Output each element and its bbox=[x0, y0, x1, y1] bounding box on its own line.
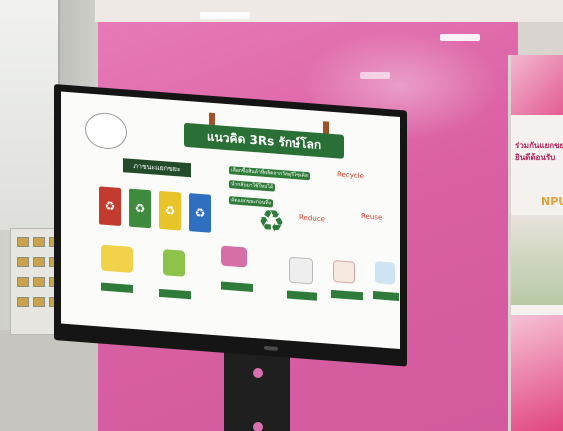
envelope-icon bbox=[333, 259, 355, 284]
bin-blue: ♻ bbox=[189, 193, 211, 233]
caption-bar bbox=[287, 290, 317, 301]
reduce-label: Reduce bbox=[299, 213, 325, 224]
bag-icon bbox=[163, 249, 185, 277]
wall-poster: ร่วมกันแยกขยะ ยินดีต้อนรับ NPU bbox=[508, 55, 563, 431]
ceiling bbox=[95, 0, 563, 22]
bin-green: ♻ bbox=[129, 188, 151, 229]
tip-tag-1: เลือกซื้อสินค้าที่ผลิตจากวัสดุรีไซเคิล bbox=[229, 166, 310, 181]
ceiling-light bbox=[200, 12, 250, 19]
ceiling-light bbox=[360, 72, 390, 79]
recycle-icon: ♻ bbox=[258, 203, 285, 241]
recycle-icon: ♻ bbox=[164, 203, 176, 219]
photo-scene: ร่วมกันแยกขยะ ยินดีต้อนรับ NPU แนวคิด 3R… bbox=[0, 0, 563, 431]
display-screen: แนวคิด 3Rs รักษ์โลก ภาชนะแยกขยะ ♻ ♻ ♻ ♻ … bbox=[61, 91, 400, 350]
recycle-icon: ♻ bbox=[194, 205, 206, 221]
university-logo bbox=[85, 111, 127, 151]
stand-hole bbox=[253, 368, 263, 378]
tray-icon bbox=[221, 245, 247, 268]
poster-line-2: ยินดีต้อนรับ bbox=[515, 153, 556, 162]
signage-title: แนวคิด 3Rs รักษ์โลก bbox=[184, 122, 344, 159]
recycle-icon: ♻ bbox=[134, 201, 146, 216]
caption-bar bbox=[221, 281, 253, 292]
bin-yellow: ♻ bbox=[159, 190, 181, 231]
caption-bar bbox=[101, 282, 133, 293]
recycle-icon: ♻ bbox=[104, 198, 116, 214]
brand-logo bbox=[264, 345, 278, 351]
window bbox=[0, 0, 60, 230]
reuse-label: Reuse bbox=[361, 212, 383, 222]
stand-hole bbox=[253, 422, 263, 431]
caption-bar bbox=[159, 288, 191, 300]
display-monitor: แนวคิด 3Rs รักษ์โลก ภาชนะแยกขยะ ♻ ♻ ♻ ♻ … bbox=[54, 84, 407, 367]
recycle-label: Recycle bbox=[337, 170, 364, 181]
bin-red: ♻ bbox=[99, 186, 121, 227]
ceiling-light bbox=[440, 34, 480, 41]
lunchbox-icon bbox=[101, 244, 133, 273]
stack-icon bbox=[375, 261, 395, 285]
tip-tag-2: นำกลับมาใช้ใหม่ได้ bbox=[229, 180, 276, 192]
poster-brand: NPU bbox=[541, 195, 563, 208]
caption-bar bbox=[373, 290, 399, 301]
paper-icon bbox=[289, 256, 313, 285]
section-label: ภาชนะแยกขยะ bbox=[123, 158, 191, 178]
caption-bar bbox=[331, 289, 363, 301]
